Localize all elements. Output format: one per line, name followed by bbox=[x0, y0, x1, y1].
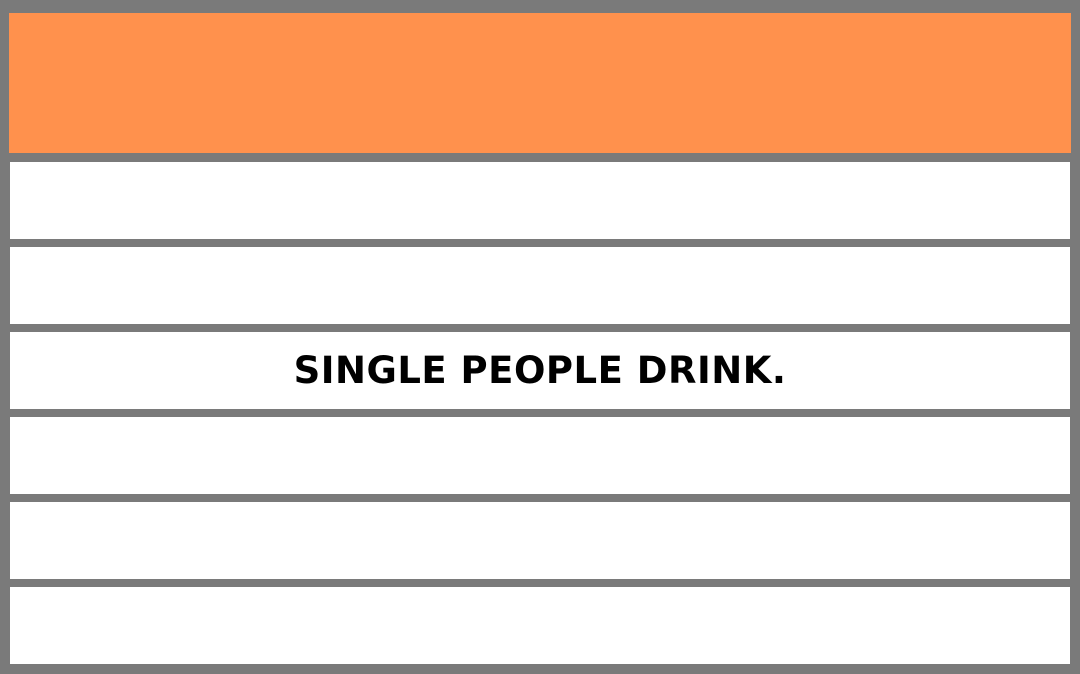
table-row bbox=[10, 587, 1070, 664]
table-row bbox=[10, 502, 1070, 579]
header-band bbox=[9, 13, 1071, 153]
table-frame: SINGLE PEOPLE DRINK. bbox=[0, 0, 1080, 674]
statement-text: SINGLE PEOPLE DRINK. bbox=[293, 349, 787, 392]
table-row bbox=[10, 247, 1070, 324]
table-row bbox=[10, 162, 1070, 239]
table-row: SINGLE PEOPLE DRINK. bbox=[10, 332, 1070, 409]
table-row bbox=[10, 417, 1070, 494]
